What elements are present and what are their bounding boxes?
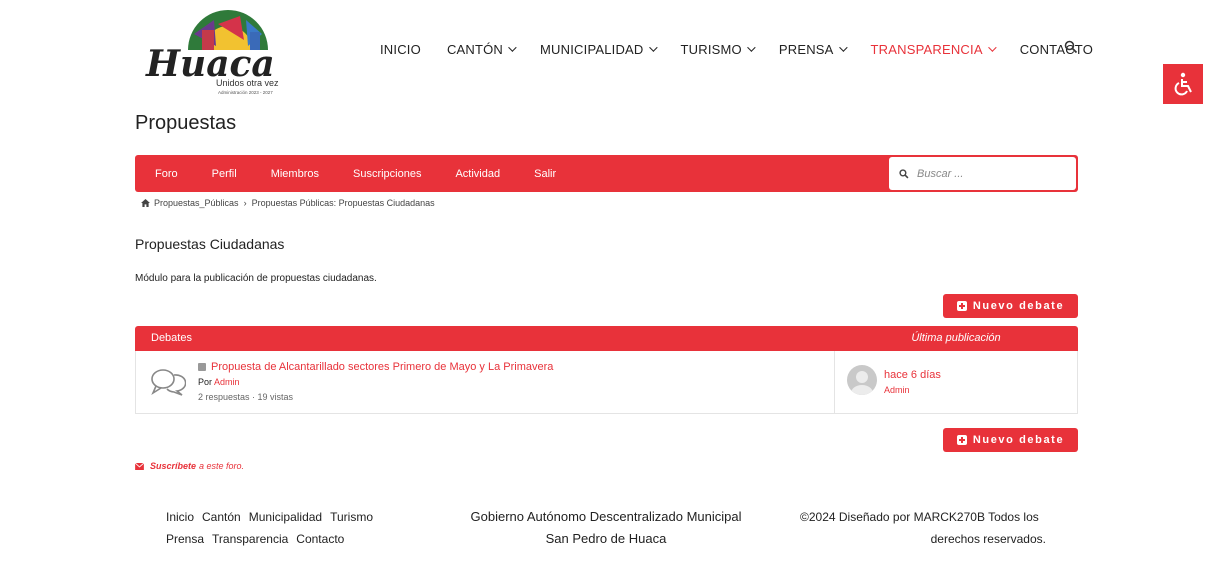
subscribe-link[interactable]: Suscríbete — [150, 461, 196, 471]
footer-link-turismo[interactable]: Turismo — [330, 510, 373, 524]
forum-menu-miembros[interactable]: Miembros — [271, 168, 319, 180]
plus-icon — [956, 301, 967, 311]
logo-tagline: Unidos otra vez — [216, 78, 279, 88]
topic-bubbles-icon — [151, 369, 186, 396]
user-avatar-icon — [851, 371, 873, 395]
new-topic-label: Nuevo debate — [972, 300, 1065, 312]
forum-search-placeholder: Buscar ... — [917, 167, 964, 180]
chevron-down-icon — [508, 43, 517, 52]
nav-item-turismo[interactable]: TURISMO — [681, 42, 756, 57]
col-last-post: Última publicación — [911, 332, 1001, 344]
chevron-down-icon — [987, 43, 997, 52]
nav-item-inicio[interactable]: INICIO — [380, 42, 421, 57]
forum-menu-suscripciones[interactable]: Suscripciones — [353, 168, 421, 180]
topic-author-line: Por Admin — [198, 377, 240, 387]
wheelchair-icon — [1174, 72, 1192, 96]
footer-link-contacto[interactable]: Contacto — [296, 532, 344, 546]
topic-type-icon — [198, 363, 206, 371]
footer-link-municipalidad[interactable]: Municipalidad — [249, 510, 322, 524]
topic-title-link[interactable]: Propuesta de Alcantarillado sectores Pri… — [198, 361, 553, 373]
chevron-down-icon — [648, 43, 658, 52]
logo-subtitle: Administración 2023 - 2027 — [218, 90, 273, 95]
forum-menu-bar: Foro Perfil Miembros Suscripciones Activ… — [135, 155, 1078, 192]
footer-link-canton[interactable]: Cantón — [202, 510, 241, 524]
col-topics: Debates — [151, 332, 192, 344]
new-topic-label: Nuevo debate — [972, 434, 1065, 446]
avatar[interactable] — [847, 365, 877, 395]
topic-title: Propuesta de Alcantarillado sectores Pri… — [211, 361, 554, 373]
chevron-down-icon — [747, 43, 756, 52]
new-topic-button-bottom[interactable]: Nuevo debate — [943, 428, 1078, 452]
nav-item-municipalidad[interactable]: MUNICIPALIDAD — [540, 42, 658, 57]
last-post-time-link[interactable]: hace 6 días — [884, 369, 941, 381]
row-divider — [834, 351, 835, 413]
chevron-down-icon — [838, 43, 848, 52]
footer-organization: Gobierno Autónomo Descentralizado Munici… — [446, 506, 766, 550]
footer-copyright-line1: ©2024 Diseñado por MARCK270B Todos los — [800, 510, 1039, 524]
topic-author-link[interactable]: Admin — [214, 377, 240, 387]
site-logo[interactable]: Huaca Unidos otra vez Administración 202… — [144, 10, 284, 96]
footer-links: Inicio Cantón Municipalidad Turismo Prensa T… — [166, 506, 381, 550]
accessibility-button[interactable] — [1163, 64, 1203, 104]
plus-icon — [956, 435, 967, 445]
nav-item-canton[interactable]: CANTÓN — [447, 42, 517, 57]
topic-stats: 2 respuestas · 19 vistas — [198, 392, 294, 402]
topic-by-label: Por — [198, 377, 213, 387]
nav-item-contacto[interactable]: CONTACTO — [1020, 42, 1093, 57]
search-icon — [899, 168, 909, 178]
breadcrumb-current: Propuestas Públicas: Propuestas Ciudadan… — [251, 198, 435, 208]
breadcrumb-home[interactable]: Propuestas_Públicas — [154, 198, 239, 208]
forum-menu-salir[interactable]: Salir — [534, 168, 556, 180]
footer-org-line2: San Pedro de Huaca — [545, 531, 667, 546]
topics-table-header: Debates Última publicación — [135, 326, 1078, 351]
footer-copyright-line2: derechos reservados. — [930, 532, 1046, 546]
footer-link-inicio[interactable]: Inicio — [166, 510, 194, 524]
footer-link-transparencia[interactable]: Transparencia — [212, 532, 288, 546]
breadcrumb: Propuestas_Públicas › Propuestas Pública… — [141, 198, 435, 208]
new-topic-button[interactable]: Nuevo debate — [943, 294, 1078, 318]
footer-link-prensa[interactable]: Prensa — [166, 532, 204, 546]
forum-menu-actividad[interactable]: Actividad — [455, 168, 500, 180]
forum-search-input[interactable]: Buscar ... — [889, 157, 1076, 190]
footer-org-line1: Gobierno Autónomo Descentralizado Munici… — [470, 509, 742, 524]
huaca-logo-graphic: Huaca Unidos otra vez Administración 202… — [145, 10, 279, 95]
forum-menu-perfil[interactable]: Perfil — [212, 168, 237, 180]
last-post-user-link[interactable]: Admin — [884, 385, 910, 395]
search-icon[interactable] — [1064, 40, 1078, 54]
nav-item-transparencia[interactable]: TRANSPARENCIA — [871, 42, 997, 57]
subscribe-rest: a este foro. — [199, 461, 245, 471]
forum-title: Propuestas Ciudadanas — [135, 236, 285, 252]
forum-menu-foro[interactable]: Foro — [155, 168, 178, 180]
envelope-icon — [135, 462, 144, 470]
main-nav: INICIO CANTÓN MUNICIPALIDAD TURISMO PREN… — [380, 40, 1119, 58]
nav-item-prensa[interactable]: PRENSA — [779, 42, 848, 57]
page-title: Propuestas — [135, 112, 237, 134]
forum-description: Módulo para la publicación de propuestas… — [135, 273, 377, 284]
table-row: Propuesta de Alcantarillado sectores Pri… — [135, 351, 1078, 414]
home-icon[interactable] — [141, 199, 150, 207]
breadcrumb-separator-icon: › — [243, 198, 247, 208]
footer-copyright: ©2024 Diseñado por MARCK270B Todos los d… — [800, 506, 1046, 550]
subscribe-line: Suscríbete a este foro. — [135, 461, 244, 471]
